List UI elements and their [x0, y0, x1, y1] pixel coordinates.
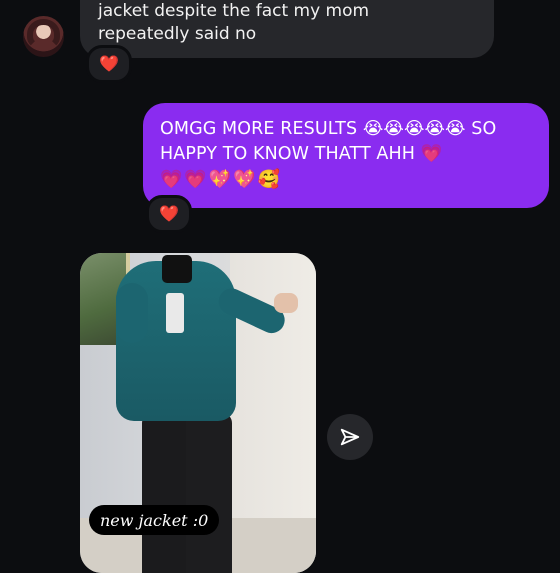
- photo-bag: [166, 293, 184, 333]
- incoming-message-bubble[interactable]: jacket despite the fact my mom repeatedl…: [80, 0, 494, 58]
- photo-caption: new jacket :0: [89, 505, 220, 535]
- outgoing-message-bubble[interactable]: OMGG MORE RESULTS 😭😭😭😭😭 SO HAPPY TO KNOW…: [143, 103, 549, 208]
- heart-icon: ❤️: [99, 54, 119, 73]
- share-button[interactable]: [327, 414, 373, 460]
- avatar[interactable]: [23, 16, 64, 57]
- avatar-hair: [27, 19, 60, 49]
- photo-arm-left: [116, 283, 148, 343]
- heart-icon: ❤️: [159, 204, 179, 223]
- outgoing-reaction-badge[interactable]: ❤️: [146, 195, 192, 233]
- outgoing-message-emojis: 💗💗💖💖🥰: [160, 169, 283, 190]
- photo-leggings-right: [186, 413, 232, 573]
- outgoing-message-text: OMGG MORE RESULTS 😭😭😭😭😭 SO HAPPY TO KNOW…: [160, 119, 497, 164]
- photo-phone: [162, 255, 192, 283]
- photo-leggings-left: [142, 413, 188, 573]
- incoming-reaction-badge[interactable]: ❤️: [86, 45, 132, 83]
- send-icon: [340, 428, 360, 446]
- incoming-message-text: jacket despite the fact my mom repeatedl…: [98, 1, 370, 44]
- photo-hand: [274, 293, 298, 313]
